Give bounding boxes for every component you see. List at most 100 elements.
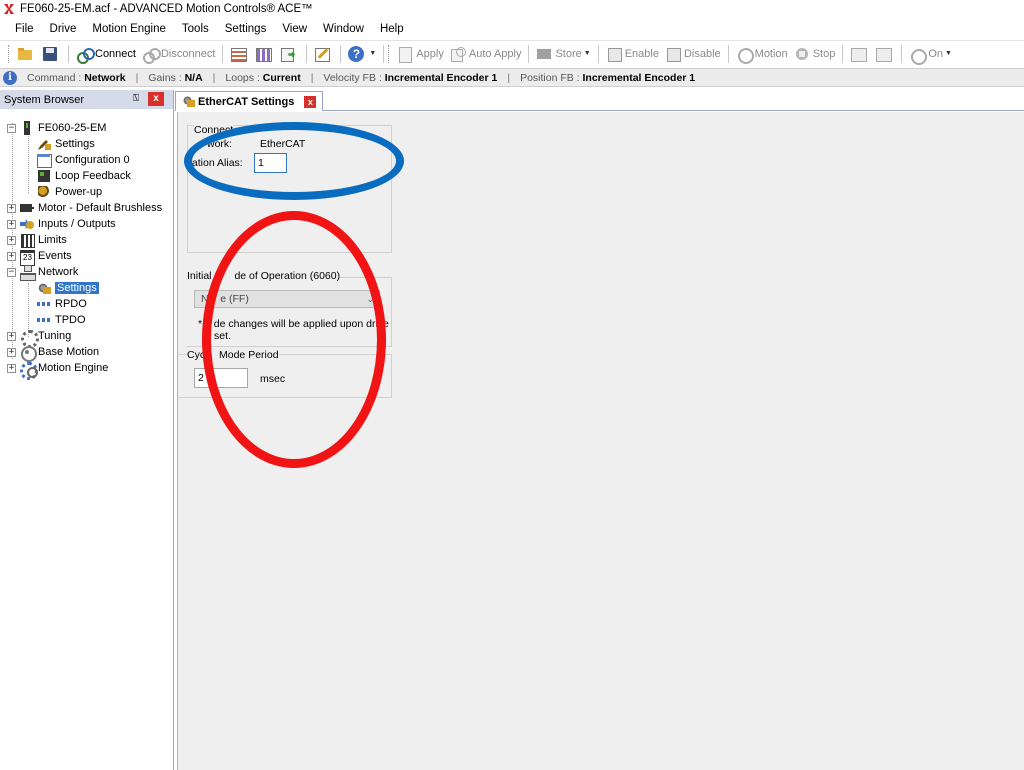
pin-icon[interactable]: ⍂ [133, 93, 139, 104]
monitor-a-button[interactable] [847, 43, 872, 65]
on-button[interactable]: On ▼ [906, 43, 955, 65]
tree-node-network-settings[interactable]: Settings [37, 280, 99, 296]
export-icon [280, 46, 296, 62]
motion-button[interactable]: Motion [733, 43, 791, 65]
tree-node-inputs-outputs[interactable]: Inputs / Outputs [20, 216, 116, 232]
disconnect-button[interactable]: Disconnect [139, 43, 218, 65]
status-gains-value: N/A [184, 71, 203, 84]
tree-node-motor[interactable]: Motor - Default Brushless [20, 200, 162, 216]
export-button[interactable] [277, 43, 302, 65]
toolbar-separator [383, 44, 385, 63]
stop-button[interactable]: Stop [791, 43, 839, 65]
expand-collapse-toggle[interactable]: + [7, 220, 16, 229]
tree-node-tpdo[interactable]: TPDO [37, 312, 86, 328]
motor-icon [20, 201, 34, 215]
tree-node-limits[interactable]: Limits [20, 232, 67, 248]
menu-settings[interactable]: Settings [217, 21, 275, 37]
expand-collapse-toggle[interactable]: + [7, 252, 16, 261]
tree-node-loop-feedback[interactable]: Loop Feedback [37, 168, 131, 184]
menu-file[interactable]: File [7, 21, 42, 37]
menu-motion-engine[interactable]: Motion Engine [84, 21, 174, 37]
enable-button[interactable]: Enable [603, 43, 662, 65]
help-button[interactable]: ▼ [345, 43, 379, 65]
tree-node-label: Tuning [38, 330, 72, 342]
settings-icon [37, 137, 51, 151]
close-tab-button[interactable]: x [304, 95, 317, 108]
tree-node-label: RPDO [55, 298, 87, 310]
tree-node-rpdo[interactable]: RPDO [37, 296, 87, 312]
apply-label: Apply [416, 47, 444, 60]
tree-node-label: Configuration 0 [55, 154, 130, 166]
save-disk-icon [42, 46, 58, 62]
close-system-browser-button[interactable]: x [148, 92, 164, 106]
connect-label: Connect [95, 47, 136, 60]
expand-collapse-toggle[interactable]: − [7, 124, 16, 133]
network-settings-icon [37, 281, 51, 295]
store-icon [536, 46, 552, 62]
open-button[interactable] [14, 43, 39, 65]
tree-node-tuning[interactable]: Tuning [20, 328, 72, 348]
station-alias-input[interactable] [254, 153, 287, 173]
tree-node-events[interactable]: Events [20, 248, 72, 266]
tree-node-motion-engine[interactable]: Motion Engine [20, 360, 109, 380]
expand-collapse-toggle[interactable]: + [7, 236, 16, 245]
edit-button[interactable] [311, 43, 336, 65]
mode-of-operation-select[interactable]: N e (FF) ⌄ [194, 290, 380, 308]
expand-collapse-toggle[interactable]: + [7, 364, 16, 373]
apply-icon [397, 46, 413, 63]
save-button[interactable] [39, 43, 64, 65]
menu-drive[interactable]: Drive [42, 21, 85, 37]
store-button[interactable]: Store ▼ [533, 43, 593, 65]
expand-collapse-toggle[interactable]: − [7, 268, 16, 277]
monitor-b-button[interactable] [872, 43, 897, 65]
network-settings-icon [182, 95, 195, 108]
system-browser-title: System Browser [4, 93, 85, 106]
toolbar-grip[interactable] [8, 44, 11, 63]
disable-button[interactable]: Disable [662, 43, 724, 65]
motion-engine-icon [20, 361, 38, 380]
monitor-a-icon [850, 46, 868, 62]
expand-collapse-toggle[interactable]: + [7, 332, 16, 341]
tree-node-label: Motion Engine [38, 362, 109, 374]
toolbar-grip[interactable] [388, 44, 391, 63]
status-loops: Loops : Current [225, 72, 300, 84]
connect-button[interactable]: Connect [73, 43, 139, 65]
scope-button[interactable] [227, 43, 252, 65]
status-gains-label: Gains : [148, 71, 182, 84]
expand-collapse-toggle[interactable]: + [7, 204, 16, 213]
cyclic-mode-period-input[interactable] [194, 368, 248, 388]
apply-button[interactable]: Apply [394, 43, 447, 65]
tree-node-base-motion[interactable]: Base Motion [20, 344, 99, 362]
network-label: work: [207, 138, 233, 150]
expand-collapse-toggle[interactable]: + [7, 348, 16, 357]
help-dropdown-arrow-icon[interactable]: ▼ [369, 50, 376, 57]
tree-node-configuration[interactable]: Configuration 0 [37, 152, 130, 168]
mode-group-title: Initial de of Operation (6060) [187, 270, 341, 282]
station-alias-label: tation Alias: [189, 157, 243, 169]
tree-node-power-up[interactable]: Power-up [37, 184, 102, 200]
base-motion-icon [20, 345, 37, 362]
ethercat-settings-panel: Connect work: EtherCAT tation Alias: Ini… [177, 112, 1024, 770]
tree-node-settings[interactable]: Settings [37, 136, 95, 152]
auto-apply-button[interactable]: Auto Apply [447, 43, 525, 65]
drive-icon [20, 121, 34, 135]
mode-group-title-part-b: de of Operation (6060) [234, 270, 341, 282]
store-dropdown-arrow-icon[interactable]: ▼ [584, 50, 591, 57]
parameter-table-button[interactable] [252, 43, 277, 65]
tree-node-drive[interactable]: FE060-25-EM [20, 120, 106, 136]
limits-icon [20, 233, 35, 248]
scope-grid-icon [230, 46, 248, 62]
menu-window[interactable]: Window [315, 21, 372, 37]
on-dropdown-arrow-icon[interactable]: ▼ [945, 50, 952, 57]
tree-node-network[interactable]: Network [20, 264, 78, 281]
connect-icon [76, 46, 95, 64]
power-on-icon [909, 46, 928, 65]
tab-ethercat-settings[interactable]: EtherCAT Settings x [175, 91, 324, 111]
toolbar-separator [597, 44, 599, 63]
menu-help[interactable]: Help [372, 21, 412, 37]
tree-node-label: Events [38, 250, 72, 262]
tree-node-label: Limits [38, 234, 67, 246]
menu-view[interactable]: View [274, 21, 315, 37]
menu-tools[interactable]: Tools [174, 21, 217, 37]
tree-node-label: FE060-25-EM [38, 122, 107, 134]
